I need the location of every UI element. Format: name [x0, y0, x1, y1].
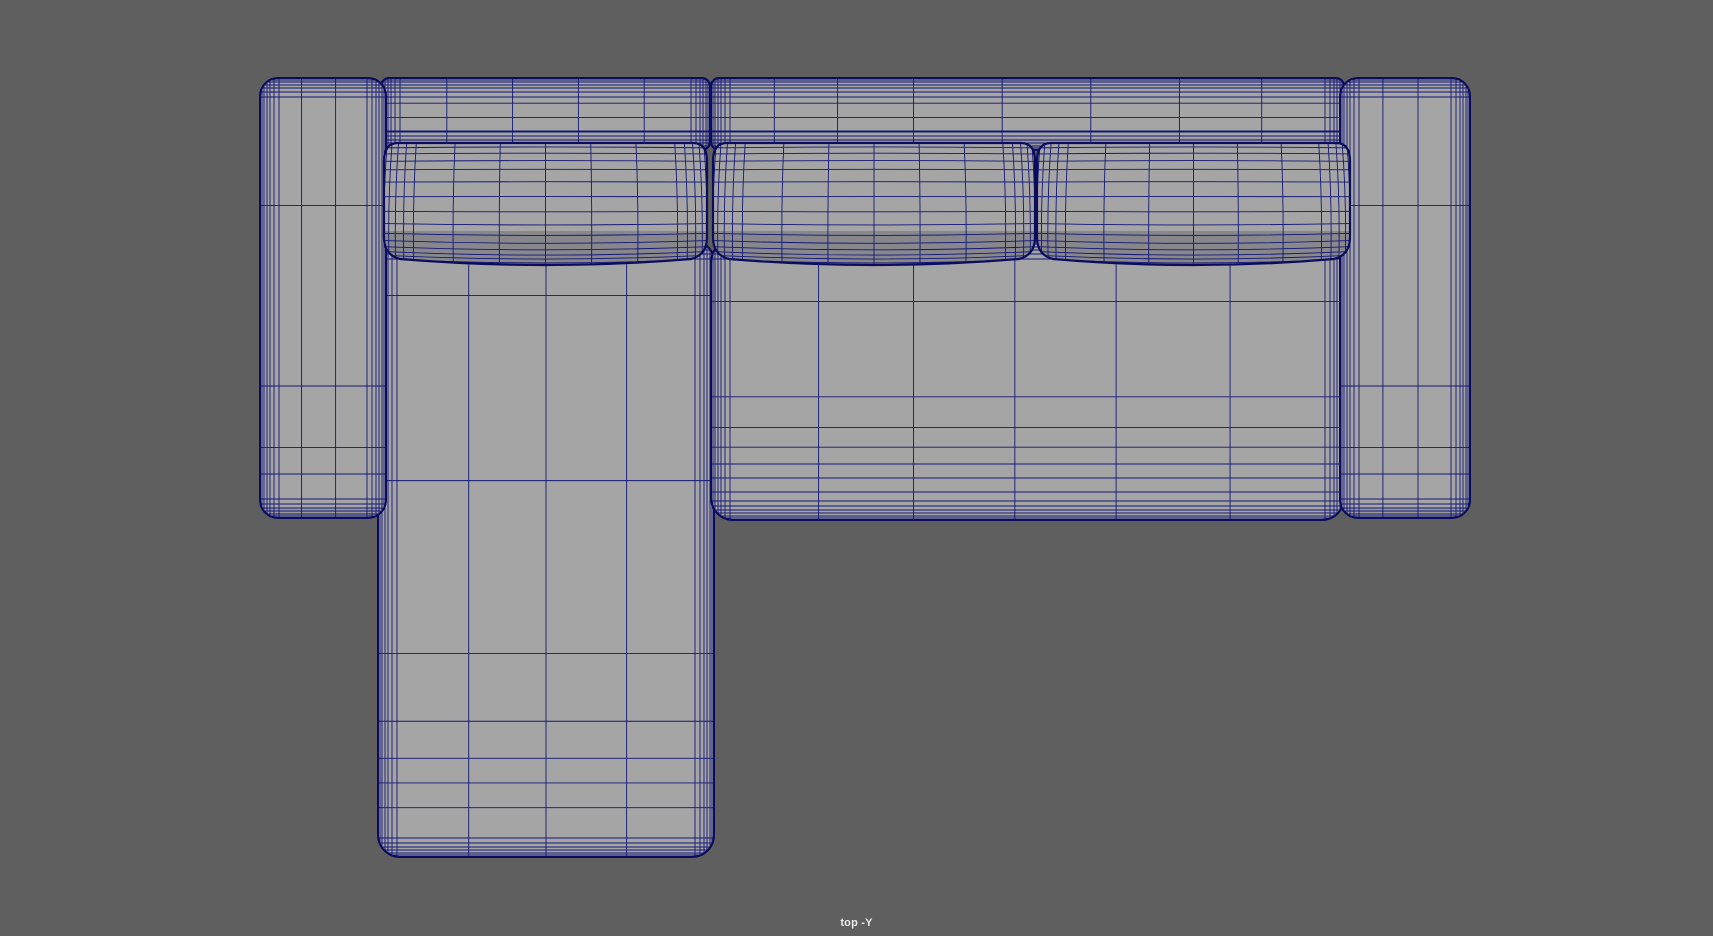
camera-label: top -Y — [840, 917, 873, 929]
chaise-seat[interactable] — [377, 239, 715, 858]
back-cushion-2[interactable] — [711, 141, 1037, 271]
main-seat[interactable] — [710, 239, 1345, 521]
back-cushion-1[interactable] — [382, 141, 709, 271]
sofa-wireframe-scene[interactable] — [0, 0, 1713, 936]
maya-viewport[interactable]: top -Y — [0, 0, 1713, 936]
back-right[interactable] — [710, 77, 1345, 151]
right-armrest[interactable] — [1339, 77, 1471, 519]
back-left[interactable] — [380, 77, 711, 151]
back-cushion-3[interactable] — [1035, 141, 1352, 271]
left-armrest[interactable] — [259, 77, 387, 519]
